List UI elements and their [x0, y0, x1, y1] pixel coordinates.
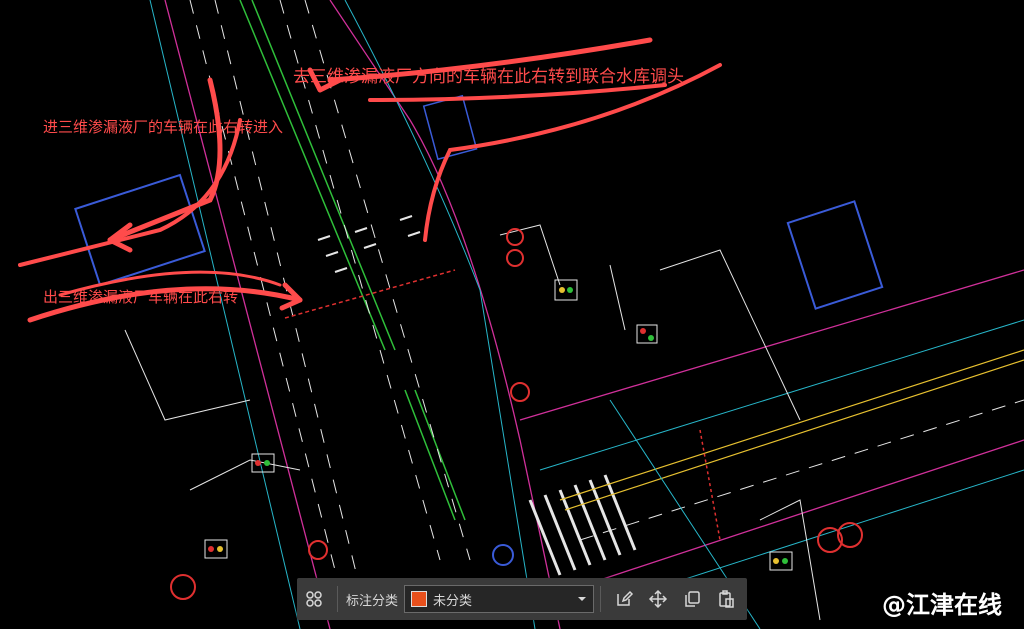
edit-icon[interactable] — [607, 582, 641, 616]
toolbar-divider — [337, 586, 338, 612]
category-select[interactable]: 未分类 — [404, 585, 595, 613]
toolbar-divider — [600, 586, 602, 612]
annotation-bottom: 出三维渗漏液厂车辆在此右转 — [43, 288, 239, 306]
stop-line — [284, 269, 456, 319]
layout-grid-icon[interactable] — [297, 582, 331, 616]
annotation-toolbar: 标注分类 未分类 — [297, 578, 747, 620]
category-select-value: 未分类 — [433, 593, 473, 609]
guide-sign-right — [786, 200, 884, 310]
annotation-top: 去三维渗漏液厂方向的车辆在此右转到联合水库调头 — [293, 67, 684, 87]
paste-icon[interactable] — [709, 582, 743, 616]
east-road — [519, 269, 1024, 629]
category-label: 标注分类 — [346, 593, 399, 609]
copy-icon[interactable] — [675, 582, 709, 616]
chevron-down-icon — [578, 597, 587, 601]
cad-drawing-canvas[interactable] — [0, 0, 1024, 629]
category-color-swatch — [411, 591, 428, 607]
move-icon[interactable] — [641, 582, 675, 616]
annotation-left: 进三维渗漏液厂的车辆在此右转进入 — [43, 118, 284, 136]
watermark: @江津在线 — [882, 591, 1002, 619]
